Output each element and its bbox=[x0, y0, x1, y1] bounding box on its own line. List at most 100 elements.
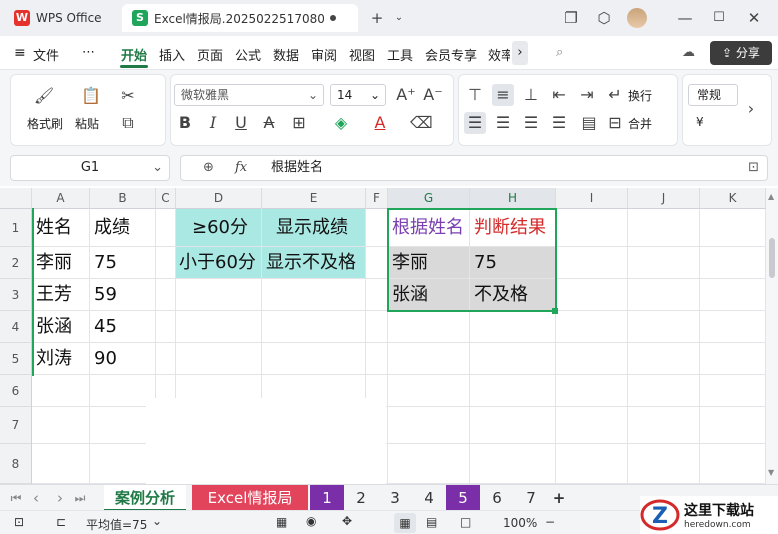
freeze-icon[interactable]: ✥ bbox=[342, 514, 352, 528]
font-name-select[interactable]: 微软雅黑 ⌄ bbox=[174, 84, 324, 106]
empty-cell[interactable] bbox=[628, 279, 700, 311]
distributed-icon[interactable]: ▤ bbox=[578, 112, 600, 134]
avatar[interactable] bbox=[627, 8, 647, 28]
empty-cell[interactable] bbox=[556, 375, 628, 407]
empty-cell[interactable] bbox=[628, 343, 700, 375]
tab-list-chevron-icon[interactable]: ⌄ bbox=[388, 8, 410, 28]
ribbon-expand-icon[interactable]: › bbox=[740, 98, 762, 120]
align-bottom-icon[interactable]: ⊥ bbox=[520, 84, 542, 106]
cut-icon[interactable]: ✂ bbox=[117, 85, 139, 107]
font-color-icon[interactable]: A bbox=[369, 112, 391, 134]
status-chevron-icon[interactable]: ⌄ bbox=[152, 514, 162, 528]
empty-cell[interactable] bbox=[556, 444, 628, 484]
cell-d2[interactable]: 小于60分 bbox=[176, 247, 262, 279]
cell-a3[interactable]: 王芳 bbox=[32, 279, 90, 311]
row-header-3[interactable]: 3 bbox=[0, 279, 32, 311]
currency-button[interactable]: ¥ bbox=[696, 115, 704, 129]
prev-sheet-icon[interactable]: ‹ bbox=[28, 485, 44, 511]
sheet-tab-3[interactable]: 3 bbox=[378, 485, 412, 511]
empty-cell[interactable] bbox=[176, 343, 262, 375]
empty-cell[interactable] bbox=[156, 279, 176, 311]
cell-b4[interactable]: 45 bbox=[90, 311, 156, 343]
column-header-a[interactable]: A bbox=[32, 188, 90, 209]
italic-icon[interactable]: I bbox=[202, 112, 224, 134]
row-header-8[interactable]: 8 bbox=[0, 444, 32, 484]
column-header-b[interactable]: B bbox=[90, 188, 156, 209]
empty-cell[interactable] bbox=[556, 247, 628, 279]
cell-mode-icon[interactable]: ⊏ bbox=[56, 515, 66, 529]
sheet-tab-case[interactable]: 案例分析 bbox=[104, 485, 186, 511]
clear-format-icon[interactable]: ⌫ bbox=[410, 112, 433, 134]
empty-cell[interactable] bbox=[556, 343, 628, 375]
empty-cell[interactable] bbox=[262, 343, 366, 375]
empty-cell[interactable] bbox=[156, 209, 176, 247]
empty-cell[interactable] bbox=[470, 311, 556, 343]
empty-cell[interactable] bbox=[156, 343, 176, 375]
empty-cell[interactable] bbox=[700, 343, 766, 375]
search-icon[interactable]: ⌕ bbox=[556, 45, 563, 60]
normal-view-icon[interactable]: ▦ bbox=[394, 513, 416, 533]
sheet-tab-4[interactable]: 4 bbox=[412, 485, 446, 511]
fx-icon[interactable]: fx bbox=[235, 156, 247, 180]
empty-cell[interactable] bbox=[628, 444, 700, 484]
empty-cell[interactable] bbox=[700, 247, 766, 279]
row-header-6[interactable]: 6 bbox=[0, 375, 32, 407]
menu-more-icon[interactable]: ⋯ bbox=[82, 45, 95, 60]
cell-b1[interactable]: 成绩 bbox=[90, 209, 156, 247]
justify-icon[interactable]: ☰ bbox=[548, 112, 570, 134]
scroll-up-icon[interactable]: ▲ bbox=[768, 192, 774, 201]
format-painter-label[interactable]: 格式刷 bbox=[27, 115, 63, 132]
status-average[interactable]: 平均值=75 bbox=[86, 516, 147, 533]
column-header-c[interactable]: C bbox=[156, 188, 176, 209]
empty-cell[interactable] bbox=[700, 311, 766, 343]
cell-g2[interactable]: 李丽 bbox=[388, 247, 470, 279]
align-middle-icon[interactable]: ≡ bbox=[492, 84, 514, 106]
eye-protect-icon[interactable]: ◉ bbox=[306, 514, 316, 528]
page-break-view-icon[interactable]: ▤ bbox=[426, 515, 437, 529]
first-sheet-icon[interactable]: ⏮ bbox=[8, 485, 24, 511]
empty-cell[interactable] bbox=[32, 444, 90, 484]
share-button[interactable]: ⇪ 分享 bbox=[710, 41, 772, 65]
row-header-5[interactable]: 5 bbox=[0, 343, 32, 375]
column-header-h[interactable]: H bbox=[470, 188, 556, 209]
column-header-k[interactable]: K bbox=[700, 188, 766, 209]
empty-cell[interactable] bbox=[556, 407, 628, 444]
formula-content[interactable]: 根据姓名 bbox=[271, 156, 323, 180]
row-header-4[interactable]: 4 bbox=[0, 311, 32, 343]
row-header-2[interactable]: 2 bbox=[0, 247, 32, 279]
fill-handle[interactable] bbox=[552, 308, 558, 314]
empty-cell[interactable] bbox=[388, 407, 470, 444]
macro-icon[interactable]: ⊡ bbox=[14, 515, 24, 529]
empty-cell[interactable] bbox=[366, 247, 388, 279]
cloud-icon[interactable]: ☁ bbox=[682, 45, 695, 60]
scroll-thumb[interactable] bbox=[769, 238, 775, 278]
menu-member[interactable]: 会员专享 bbox=[425, 45, 477, 64]
next-sheet-icon[interactable]: › bbox=[52, 485, 68, 511]
cell-h3[interactable]: 不及格 bbox=[470, 279, 556, 311]
wrap-text-icon[interactable]: ↵ bbox=[604, 84, 626, 106]
empty-cell[interactable] bbox=[156, 311, 176, 343]
empty-cell[interactable] bbox=[32, 407, 90, 444]
empty-cell[interactable] bbox=[700, 444, 766, 484]
scroll-down-icon[interactable]: ▼ bbox=[768, 468, 774, 477]
menu-efficiency[interactable]: 效率 bbox=[488, 45, 510, 64]
last-sheet-icon[interactable]: ⏭ bbox=[72, 485, 88, 511]
empty-cell[interactable] bbox=[32, 375, 90, 407]
empty-cell[interactable] bbox=[628, 375, 700, 407]
number-format-select[interactable]: 常规 bbox=[688, 84, 738, 106]
select-all-corner[interactable] bbox=[0, 188, 32, 209]
format-painter-icon[interactable]: 🖌 bbox=[33, 85, 55, 107]
align-right-icon[interactable]: ☰ bbox=[520, 112, 542, 134]
cell-b2[interactable]: 75 bbox=[90, 247, 156, 279]
document-tab[interactable]: S Excel情报局.20250225170808 bbox=[122, 4, 358, 32]
cell-e2[interactable]: 显示不及格 bbox=[262, 247, 366, 279]
cell-b3[interactable]: 59 bbox=[90, 279, 156, 311]
empty-cell[interactable] bbox=[628, 209, 700, 247]
align-center-icon[interactable]: ☰ bbox=[492, 112, 514, 134]
cell-g3[interactable]: 张涵 bbox=[388, 279, 470, 311]
vertical-scrollbar[interactable]: ▲ ▼ bbox=[766, 188, 778, 484]
empty-cell[interactable] bbox=[176, 279, 262, 311]
wps-home-tab[interactable]: W WPS Office bbox=[6, 4, 116, 32]
menu-review[interactable]: 审阅 bbox=[311, 45, 337, 64]
empty-cell[interactable] bbox=[556, 209, 628, 247]
